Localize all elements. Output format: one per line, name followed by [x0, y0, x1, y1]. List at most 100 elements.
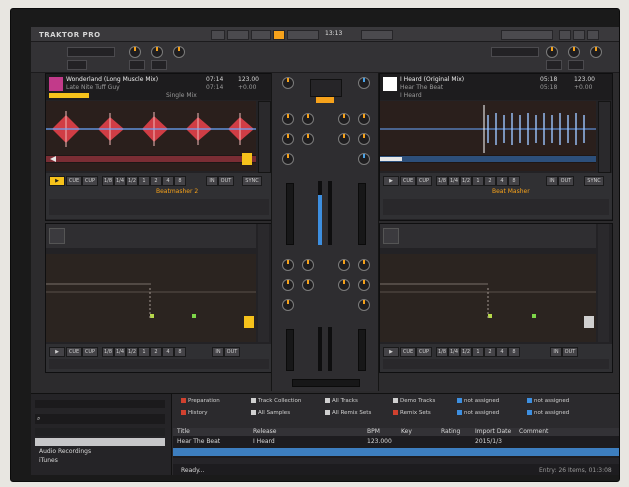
deck-a-loop-size-2[interactable]: 1/2	[126, 176, 138, 186]
fx-2-dry-wet-knob[interactable]	[546, 46, 558, 58]
browser-button[interactable]	[587, 30, 599, 40]
deck-b-tempo-slider[interactable]	[598, 101, 611, 173]
deck-a-loop-size-1[interactable]: 1/4	[114, 176, 126, 186]
col-bpm[interactable]: BPM	[367, 429, 380, 435]
deck-b-cue-strip[interactable]	[383, 199, 609, 215]
deck-d-out-button[interactable]: OUT	[562, 347, 578, 357]
deck-a-out-button[interactable]: OUT	[218, 176, 234, 186]
preferences-button[interactable]	[559, 30, 571, 40]
favorite-5[interactable]: not assigned	[527, 398, 569, 405]
mixer-eq-d-knob[interactable]	[358, 279, 370, 291]
col-release[interactable]: Release	[253, 429, 276, 435]
mixer-eq-d2-knob[interactable]	[338, 279, 350, 291]
deck-d-play-button[interactable]: ▶	[383, 347, 399, 357]
deck-d-in-button[interactable]: IN	[550, 347, 562, 357]
deck-a-sync-button[interactable]: SYNC	[242, 176, 262, 186]
deck-a-tempo-slider[interactable]	[258, 101, 271, 173]
crossfader[interactable]	[292, 379, 360, 387]
favorite-2[interactable]: All Tracks	[325, 398, 358, 405]
deck-a-loop-size-4[interactable]: 2	[150, 176, 162, 186]
mixer-eq-lo-b-knob[interactable]	[358, 153, 370, 165]
deck-c-loop-size-2[interactable]: 1/2	[126, 347, 138, 357]
master-volume[interactable]	[361, 30, 393, 40]
deck-d-cue-button[interactable]: CUE	[400, 347, 416, 357]
favorite-6[interactable]: History	[181, 410, 208, 417]
deck-d-loop-size-4[interactable]: 2	[484, 347, 496, 357]
favorite-8[interactable]: All Remix Sets	[325, 410, 371, 417]
deck-d-loop-size-6[interactable]: 8	[508, 347, 520, 357]
deck-b-loop-size-2[interactable]: 1/2	[460, 176, 472, 186]
deck-a-loop-size-3[interactable]: 1	[138, 176, 150, 186]
mixer-eq-lo-a-knob[interactable]	[282, 153, 294, 165]
deck-a-cue-button[interactable]: CUE	[66, 176, 82, 186]
deck-c-loop-size-5[interactable]: 4	[162, 347, 174, 357]
fx-2-btn-1[interactable]	[546, 60, 562, 70]
mixer-eq-c2-knob[interactable]	[302, 279, 314, 291]
deck-c-waveform[interactable]	[46, 254, 256, 342]
deck-d-loop-size-1[interactable]: 1/4	[448, 347, 460, 357]
fx-2-knob-3[interactable]	[590, 46, 602, 58]
favorite-3[interactable]: Demo Tracks	[393, 398, 435, 405]
deck-b-loop-size-1[interactable]: 1/4	[448, 176, 460, 186]
deck-b-out-button[interactable]: OUT	[558, 176, 574, 186]
col-import-date[interactable]: Import Date	[475, 429, 511, 435]
fx-1-btn-2[interactable]	[151, 60, 167, 70]
search-box[interactable]: ⌕	[35, 414, 165, 424]
deck-a-play-button[interactable]: ▶	[49, 176, 65, 186]
deck-c-loop-size-6[interactable]: 8	[174, 347, 186, 357]
deck-b-loop-size-3[interactable]: 1	[472, 176, 484, 186]
deck-c-loop-size-3[interactable]: 1	[138, 347, 150, 357]
mixer-eq-hi-a-knob[interactable]	[282, 113, 294, 125]
mixer-eq-mid-a-knob[interactable]	[282, 133, 294, 145]
layout-select[interactable]	[501, 30, 553, 40]
table-row-empty[interactable]	[173, 458, 619, 464]
master-button[interactable]	[316, 97, 334, 103]
favorite-7[interactable]: All Samples	[251, 410, 290, 417]
channel-a-fader[interactable]	[286, 183, 294, 245]
deck-d-loop-size-0[interactable]: 1/8	[436, 347, 448, 357]
fx-1-dry-wet-knob[interactable]	[129, 46, 141, 58]
deck-b-loop-size-6[interactable]: 8	[508, 176, 520, 186]
deck-c-cup-button[interactable]: CUP	[82, 347, 98, 357]
deck-c-loop-size-4[interactable]: 2	[150, 347, 162, 357]
favorite-4[interactable]: not assigned	[457, 398, 499, 405]
deck-b-waveform[interactable]	[380, 101, 596, 171]
deck-a-loop-size-0[interactable]: 1/8	[102, 176, 114, 186]
tree-item-itunes[interactable]: iTunes	[39, 458, 58, 464]
col-comment[interactable]: Comment	[519, 429, 548, 435]
mixer-fx-d-knob[interactable]	[358, 299, 370, 311]
fx-1-on-button[interactable]	[67, 60, 87, 70]
favorite-0[interactable]: Preparation	[181, 398, 220, 405]
mixer-filter-c-knob[interactable]	[302, 259, 314, 271]
mixer-eq-hi-d-knob[interactable]	[338, 113, 350, 125]
deck-c-cue-button[interactable]: CUE	[66, 347, 82, 357]
audio-button[interactable]	[227, 30, 249, 40]
favorite-10[interactable]: not assigned	[457, 410, 499, 417]
fx-1-knob-3[interactable]	[173, 46, 185, 58]
selected-row[interactable]	[173, 448, 619, 456]
mixer-gain-a-knob[interactable]	[282, 77, 294, 89]
fx-unit-1-select[interactable]	[67, 47, 115, 57]
fx-1-knob-2[interactable]	[151, 46, 163, 58]
deck-b-loop-size-5[interactable]: 4	[496, 176, 508, 186]
deck-c-play-button[interactable]: ▶	[49, 347, 65, 357]
deck-b-cup-button[interactable]: CUP	[416, 176, 432, 186]
deck-c-loop-size-0[interactable]: 1/8	[102, 347, 114, 357]
favorite-1[interactable]: Track Collection	[251, 398, 301, 405]
deck-c-in-button[interactable]: IN	[212, 347, 224, 357]
mixer-eq-mid-d-knob[interactable]	[338, 133, 350, 145]
fx-2-knob-2[interactable]	[568, 46, 580, 58]
favorite-9[interactable]: Remix Sets	[393, 410, 431, 417]
mixer-eq-mid-c-knob[interactable]	[302, 133, 314, 145]
channel-d-fader[interactable]	[358, 329, 366, 371]
fx-2-btn-2[interactable]	[568, 60, 584, 70]
table-row[interactable]: Hear The Beat I Heard 123.000 2015/1/3	[173, 438, 619, 446]
mixer-eq-hi-c-knob[interactable]	[302, 113, 314, 125]
deck-b-sync-button[interactable]: SYNC	[584, 176, 604, 186]
deck-a-in-button[interactable]: IN	[206, 176, 218, 186]
deck-c-loop-size-1[interactable]: 1/4	[114, 347, 126, 357]
mixer-fx-c-knob[interactable]	[282, 299, 294, 311]
deck-b-cue-button[interactable]: CUE	[400, 176, 416, 186]
deck-c-out-button[interactable]: OUT	[224, 347, 240, 357]
deck-a-loop-size-6[interactable]: 8	[174, 176, 186, 186]
